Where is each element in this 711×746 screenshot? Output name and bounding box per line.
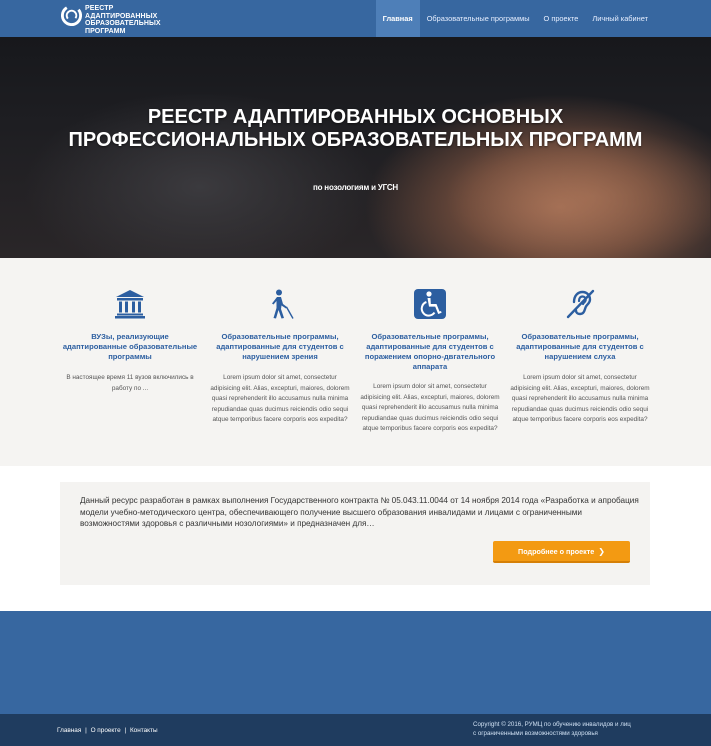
logo-line: АДАПТИРОВАННЫХ — [85, 12, 158, 20]
university-icon — [115, 290, 145, 319]
about-text: Данный ресурс разработан в рамках выполн… — [80, 496, 639, 528]
footer-link-contacts[interactable]: Контакты — [130, 727, 158, 734]
feature-description: Lorem ipsum dolor sit amet, consectetur … — [210, 374, 350, 423]
nav-item-home[interactable]: Главная — [375, 0, 420, 37]
features-section: ВУЗы, реализующие адаптированные образов… — [0, 258, 711, 466]
logo-line: ОБРАЗОВАТЕЛЬНЫХ — [85, 20, 161, 28]
footer-link-home[interactable]: Главная — [57, 727, 81, 734]
logo-line: ПРОГРАММ — [85, 27, 126, 35]
logo-line: РЕЕСТР — [85, 5, 114, 12]
wheelchair-icon — [414, 289, 446, 319]
logo-ring-icon — [60, 4, 83, 27]
button-label: Подробнее о проекте — [518, 546, 595, 556]
feature-description: Lorem ipsum dolor sit amet, consectetur … — [360, 383, 500, 432]
chevron-right-icon: ❯ — [598, 546, 605, 556]
feature-description: Lorem ipsum dolor sit amet, consectetur … — [510, 374, 650, 423]
feature-title: Образовательные программы, адаптированны… — [516, 332, 644, 361]
copyright-line: с ограниченными возможностями здоровья — [473, 729, 598, 737]
hero-subtitle: по нозологиям и УГСН — [312, 183, 399, 192]
footer-separator: | — [124, 727, 127, 734]
main-nav: Главная Образовательные программы О прое… — [375, 0, 711, 37]
about-section: Данный ресурс разработан в рамках выполн… — [0, 466, 711, 611]
footer-band — [0, 611, 711, 714]
feature-title: ВУЗы, реализующие адаптированные образов… — [62, 332, 198, 361]
footer-link-about[interactable]: О проекте — [91, 727, 121, 734]
site-logo[interactable]: РЕЕСТР АДАПТИРОВАННЫХ ОБРАЗОВАТЕЛЬНЫХ ПР… — [60, 4, 170, 35]
hero-background-image — [360, 57, 710, 258]
nav-item-programs[interactable]: Образовательные программы — [420, 0, 537, 37]
copyright-text: Copyright © 2016, РУМЦ по обучению инвал… — [473, 721, 673, 738]
hero-title: РЕЕСТР АДАПТИРОВАННЫХ ОСНОВНЫХ ПРОФЕССИО… — [68, 106, 643, 151]
hearing-impaired-icon — [566, 289, 595, 319]
blind-person-icon — [272, 289, 294, 319]
footer-links: Главная | О проекте | Контакты — [57, 727, 158, 734]
logo-text: РЕЕСТР АДАПТИРОВАННЫХ ОБРАЗОВАТЕЛЬНЫХ ПР… — [85, 5, 161, 35]
more-about-project-button[interactable]: Подробнее о проекте ❯ — [493, 541, 630, 563]
about-box: Данный ресурс разработан в рамках выполн… — [60, 482, 650, 585]
nav-item-about[interactable]: О проекте — [537, 0, 586, 37]
top-navbar: РЕЕСТР АДАПТИРОВАННЫХ ОБРАЗОВАТЕЛЬНЫХ ПР… — [0, 0, 711, 37]
feature-description: В настоящее время 11 вузов включились в … — [66, 374, 194, 392]
feature-title: Образовательные программы, адаптированны… — [216, 332, 344, 361]
feature-title: Образовательные программы, адаптированны… — [364, 332, 496, 371]
nav-item-account[interactable]: Личный кабинет — [585, 0, 655, 37]
footer-separator: | — [85, 727, 87, 734]
hero-banner: РЕЕСТР АДАПТИРОВАННЫХ ОСНОВНЫХ ПРОФЕССИО… — [0, 37, 711, 258]
footer: Главная | О проекте | Контакты Copyright… — [0, 714, 711, 746]
copyright-line: Copyright © 2016, РУМЦ по обучению инвал… — [473, 721, 631, 728]
